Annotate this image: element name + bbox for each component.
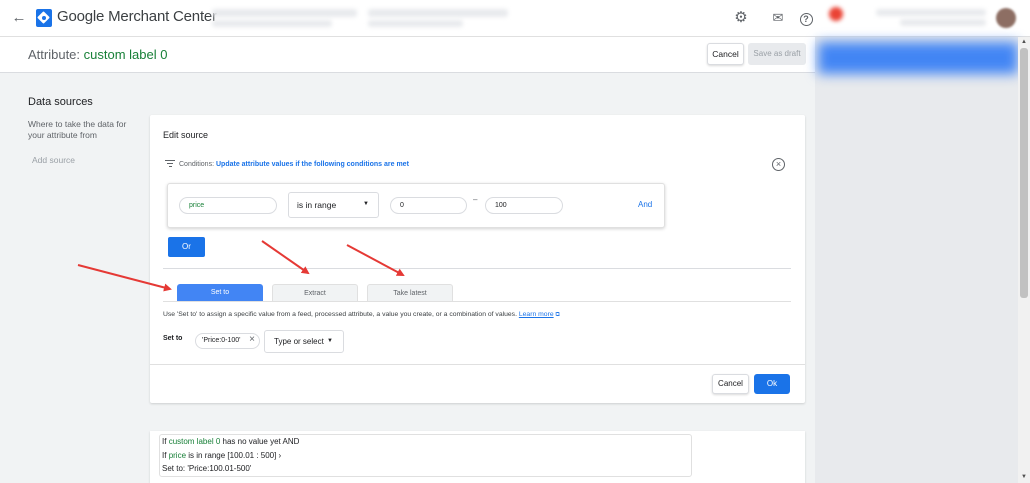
rule-attribute: price [168,451,187,460]
rule-condition: has no value yet AND [222,437,300,446]
back-arrow-icon[interactable]: ← [10,9,28,27]
set-to-label: Set to [163,335,183,342]
set-to-help-text: Use 'Set to' to assign a specific value … [163,311,560,319]
right-panel [815,37,1018,483]
brand-name: Google Merchant Center [57,8,217,25]
rule-condition: is in range [100.01 : 500] › [188,451,282,460]
scrollbar-thumb[interactable] [1020,48,1028,298]
ok-button[interactable]: Ok [754,374,790,394]
header-cancel-button[interactable]: Cancel [707,43,744,65]
chevron-down-icon: ▼ [327,338,333,344]
tab-extract[interactable]: Extract [272,284,358,302]
account-name-redacted [212,9,357,17]
conditions-description: Update attribute values if the following… [215,161,409,168]
range-max-field[interactable]: 100 [485,197,563,214]
scroll-up-arrow-icon[interactable]: ▲ [1020,38,1028,46]
cancel-button[interactable]: Cancel [712,374,749,394]
redacted-blue-banner [818,42,1018,74]
and-button[interactable]: And [638,200,652,209]
card-footer-divider [150,364,805,365]
data-sources-heading: Data sources [28,96,93,108]
range-separator: – [473,195,478,204]
notification-badge [829,7,843,21]
range-min-field[interactable]: 0 [390,197,467,214]
rule-if: If [162,451,167,460]
add-source-link[interactable]: Add source [32,155,75,165]
rule-line-1: If custom label 0 has no value yet AND [162,437,299,446]
account-id-redacted [212,20,332,27]
condition-attribute-field[interactable]: price [179,197,277,214]
account-id-redacted [368,20,463,27]
conditions-label: Conditions: Update attribute values if t… [179,161,409,168]
data-sources-description: Where to take the data for your attribut… [28,119,127,140]
edit-source-card [150,115,805,403]
account-name-redacted [368,9,508,17]
scroll-down-arrow-icon[interactable]: ▼ [1020,473,1028,481]
external-link-icon[interactable]: ⧉ [556,312,560,318]
rule-attribute: custom label 0 [168,437,221,446]
help-sentence: Use 'Set to' to assign a specific value … [163,311,517,318]
tab-take-latest[interactable]: Take latest [367,284,453,302]
rule-line-3: Set to: 'Price:100.01-500' [162,464,252,473]
chevron-down-icon: ▼ [363,201,369,207]
help-icon[interactable]: ? [796,8,816,28]
gear-icon[interactable]: ⚙ [731,8,751,28]
user-email-redacted [876,9,986,16]
rule-if: If [162,437,167,446]
filter-icon [165,160,175,168]
conditions-prefix: Conditions: [179,161,215,168]
edit-source-title: Edit source [163,130,209,140]
page-title: Attribute: custom label 0 [28,47,167,62]
close-conditions-icon[interactable]: × [772,158,785,171]
user-account-redacted [900,19,986,26]
divider [163,268,791,269]
save-as-draft-button[interactable]: Save as draft [748,43,806,65]
rule-line-2: If price is in range [100.01 : 500] › [162,451,281,460]
tab-underline [163,301,791,302]
tab-set-to[interactable]: Set to [177,284,263,302]
avatar[interactable] [996,8,1016,28]
attribute-name: custom label 0 [83,47,168,62]
mail-icon[interactable]: ✉ [768,8,788,28]
title-prefix: Attribute: [28,47,81,62]
merchant-center-logo [36,9,52,27]
learn-more-link[interactable]: Learn more [519,311,554,318]
or-button[interactable]: Or [168,237,205,257]
remove-chip-icon[interactable]: × [247,334,257,346]
